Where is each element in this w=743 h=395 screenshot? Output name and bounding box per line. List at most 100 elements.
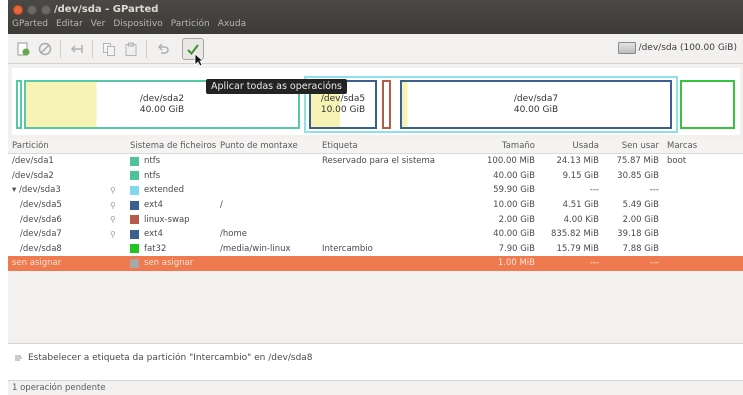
cell-size: 40.00 GiB [493, 229, 535, 240]
toolbar: /dev/sda (100.00 GiB) [8, 34, 743, 67]
col-size[interactable]: Tamaño [478, 141, 539, 151]
gparted-window: /dev/sda - GParted GParted Editar Ver Di… [8, 0, 743, 395]
cell-filesystem-text: ext4 [144, 200, 163, 211]
menu-editar[interactable]: Editar [56, 19, 83, 29]
delete-icon[interactable] [36, 40, 54, 58]
cell-used: 835.82 MiB [551, 229, 599, 240]
cell-filesystem: ntfs [126, 156, 216, 166]
table-row[interactable]: /dev/sda6 ⚲ linux-swap 2.00 GiB 4.00 KiB 2.00… [8, 212, 743, 227]
apply-tooltip: Aplicar todas as operacións [206, 79, 347, 94]
table-row[interactable]: ▾ /dev/sda3 ⚲ extended 59.90 GiB --- --- [8, 183, 743, 198]
cell-filesystem: ext4 [126, 200, 216, 210]
partition-block-size: 40.00 GiB [139, 104, 185, 115]
col-partition[interactable]: Partición [8, 141, 110, 151]
cell-unused: 2.00 GiB [622, 214, 659, 225]
cell-used: --- [589, 258, 599, 269]
col-used[interactable]: Usada [539, 141, 603, 151]
cell-used: 4.51 GiB [562, 200, 599, 211]
cell-mount: /home [220, 229, 247, 240]
cell-partition: sen asignar [12, 258, 62, 269]
menu-gparted[interactable]: GParted [12, 19, 48, 29]
table-row[interactable]: /dev/sda2 ntfs 40.00 GiB 9.15 GiB 30.85 GiB [8, 169, 743, 184]
cell-icons: ⚲ [110, 201, 126, 210]
cell-filesystem-text: sen asignar [144, 258, 194, 269]
filesystem-color-swatch [130, 229, 139, 239]
cell-unused: 75.87 MiB [616, 156, 659, 167]
menu-dispositivo[interactable]: Dispositivo [113, 19, 162, 29]
partition-block-sda1[interactable] [16, 80, 22, 129]
table-row[interactable]: sen asignar sen asignar 1.00 MiB --- --- [8, 256, 743, 271]
partition-block-sda6[interactable] [382, 80, 391, 129]
cell-unused: 7.88 GiB [622, 243, 659, 254]
table-row[interactable]: /dev/sda1 ntfs Reservado para el sistema 10… [8, 154, 743, 169]
maximize-window-button[interactable] [41, 5, 51, 15]
col-mount[interactable]: Punto de montaxe [216, 141, 318, 151]
partition-block-sda7[interactable]: /dev/sda7 40.00 GiB [400, 80, 672, 129]
cell-partition: /dev/sda8 [20, 243, 62, 254]
operation-item[interactable]: Estabelecer a etiqueta da partición "Int… [14, 353, 313, 366]
operation-text: Estabelecer a etiqueta da partición "Int… [28, 353, 313, 363]
device-label: /dev/sda (100.00 GiB) [638, 43, 737, 53]
cell-partition: /dev/sda5 [20, 200, 62, 211]
resize-icon[interactable] [68, 40, 86, 58]
toolbar-separator [60, 40, 61, 58]
cell-partition: /dev/sda6 [20, 214, 62, 225]
cell-unused: 30.85 GiB [617, 170, 659, 181]
partition-block-name: /dev/sda2 [139, 93, 185, 104]
cell-filesystem-text: ntfs [144, 170, 161, 181]
col-filesystem[interactable]: Sistema de ficheiros [126, 141, 216, 151]
cell-unused: 39.18 GiB [617, 229, 659, 240]
col-flags[interactable]: Marcas [663, 141, 703, 151]
cell-icons: ⚲ [110, 186, 126, 195]
disk-icon [617, 42, 636, 54]
col-unused[interactable]: Sen usar [603, 141, 663, 151]
window-title: /dev/sda - GParted [54, 4, 159, 15]
device-selector[interactable]: /dev/sda (100.00 GiB) [617, 42, 737, 54]
filesystem-color-swatch [130, 185, 139, 195]
partition-block-size: 40.00 GiB [513, 104, 559, 115]
cell-mount: /media/win-linux [220, 243, 291, 254]
cell-filesystem-text: ext4 [144, 229, 163, 240]
key-icon: ⚲ [110, 200, 116, 210]
col-label[interactable]: Etiqueta [318, 141, 478, 151]
cell-partition: /dev/sda1 [12, 156, 54, 167]
menu-ver[interactable]: Ver [91, 19, 106, 29]
status-bar: 1 operación pendente [8, 380, 743, 395]
title-bar: /dev/sda - GParted GParted Editar Ver Di… [8, 0, 743, 34]
filesystem-color-swatch [130, 258, 139, 268]
table-row[interactable]: /dev/sda5 ⚲ ext4 / 10.00 GiB 4.51 GiB 5.49 GiB [8, 198, 743, 213]
partition-map: /dev/sda2 40.00 GiB /dev/sda5 10.00 GiB … [12, 68, 740, 135]
menu-axuda[interactable]: Axuda [218, 19, 246, 29]
cell-size: 7.90 GiB [498, 243, 535, 254]
minimize-window-button[interactable] [27, 5, 37, 15]
close-window-button[interactable] [13, 5, 23, 15]
undo-icon[interactable] [154, 40, 172, 58]
table-header: Partición Sistema de ficheiros Punto de … [8, 138, 743, 154]
cell-unused: --- [649, 185, 659, 196]
copy-icon[interactable] [100, 40, 118, 58]
new-icon[interactable] [14, 40, 32, 58]
table-row[interactable]: /dev/sda7 ⚲ ext4/home 40.00 GiB 835.82 MiB 39… [8, 227, 743, 242]
cell-used: 15.79 MiB [556, 243, 599, 254]
menu-bar: GParted Editar Ver Dispositivo Partición… [12, 19, 246, 29]
cell-used: 4.00 KiB [563, 214, 599, 225]
partition-block-size: 10.00 GiB [320, 104, 366, 115]
operations-pane: Estabelecer a etiqueta da partición "Int… [8, 343, 743, 383]
cell-size: 100.00 MiB [487, 156, 535, 167]
filesystem-color-swatch [130, 156, 139, 166]
table-row[interactable]: /dev/sda8 fat32/media/win-linux Intercambi… [8, 242, 743, 257]
cell-size: 40.00 GiB [493, 170, 535, 181]
menu-particion[interactable]: Partición [171, 19, 210, 29]
cell-size: 59.90 GiB [493, 185, 535, 196]
cell-used: --- [589, 185, 599, 196]
cell-filesystem-text: fat32 [144, 243, 167, 254]
cell-filesystem-text: linux-swap [144, 214, 190, 225]
cell-icons: ⚲ [110, 230, 126, 239]
cell-icons: ⚲ [110, 215, 126, 224]
partition-block-sda8[interactable] [680, 80, 735, 129]
paste-icon[interactable] [122, 40, 140, 58]
filesystem-color-swatch [130, 200, 139, 210]
label-operation-icon [14, 353, 24, 366]
key-icon: ⚲ [110, 185, 116, 195]
filesystem-color-swatch [130, 244, 139, 254]
